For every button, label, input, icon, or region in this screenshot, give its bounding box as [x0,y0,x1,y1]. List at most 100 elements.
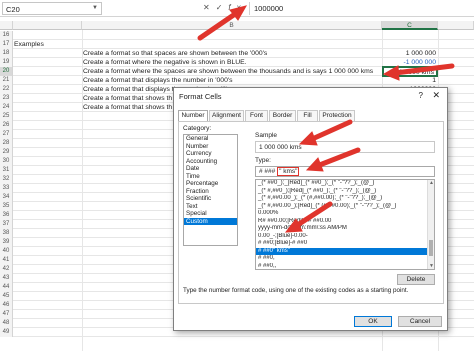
row-header[interactable]: 43 [0,274,13,283]
category-list[interactable]: General Number Currency Accounting Date Time P… [183,134,238,246]
format-list-scrollbar[interactable]: ▲ ▼ [427,180,434,269]
row-header[interactable]: 24 [0,103,13,112]
cell-description[interactable]: Create a format where the spaces are sho… [82,67,373,76]
row-header[interactable]: 22 [0,85,13,94]
category-item[interactable]: Special [184,210,237,218]
cell-description[interactable]: Create a format where the negative is sh… [82,58,247,67]
cell-label[interactable] [13,292,14,301]
cell-label[interactable] [13,49,14,58]
cell-label[interactable] [13,103,14,112]
format-code-item[interactable]: R# ##0.00;[Red]R-# ##0.00 [256,218,428,226]
row-header[interactable]: 25 [0,112,13,121]
row-header[interactable]: 30 [0,157,13,166]
row-header[interactable]: 27 [0,130,13,139]
cell-label[interactable] [13,328,14,337]
close-icon[interactable]: ✕ [432,90,440,101]
cell-label[interactable] [13,220,14,229]
tab-fill[interactable]: Fill [297,110,318,121]
category-item[interactable]: Currency [184,150,237,158]
cell-label[interactable] [13,58,14,67]
cell-label[interactable] [13,121,14,130]
cell-label[interactable] [13,184,14,193]
cell-description[interactable]: Create a format that displays the number… [82,76,233,85]
cell-description[interactable] [82,265,83,274]
row-header[interactable]: 23 [0,94,13,103]
cell-label[interactable] [13,202,14,211]
cell-description[interactable] [82,148,83,157]
cell-description[interactable] [82,112,83,121]
cell-label[interactable]: Examples [13,40,44,49]
cell-label[interactable] [13,139,14,148]
cell-description[interactable]: Create a format so that spaces are shown… [82,49,267,58]
scroll-down-icon[interactable]: ▼ [429,263,434,269]
cell-description[interactable] [82,301,83,310]
select-all-corner[interactable] [0,21,13,30]
cell-label[interactable] [13,265,14,274]
column-header-d[interactable] [438,21,474,30]
cell-label[interactable] [13,247,14,256]
category-item[interactable]: Time [184,173,237,181]
row-header[interactable]: 16 [0,31,13,40]
cancel-button[interactable]: Cancel [398,316,442,327]
row-header[interactable]: 29 [0,148,13,157]
format-code-item[interactable]: yyyy-mm-dd" "hh\:mm\:ss AM/PM [256,225,428,233]
row-header[interactable]: 26 [0,121,13,130]
column-header-b[interactable]: B [82,21,382,30]
cell-label[interactable] [13,85,14,94]
row-header[interactable]: 41 [0,256,13,265]
cell-label[interactable] [13,112,14,121]
format-code-item[interactable]: # ##0;[Blue]-# ##0 [256,240,428,248]
cell-label[interactable] [13,94,14,103]
row-header[interactable]: 20 [0,67,13,76]
cell-description[interactable] [82,166,83,175]
cell-description[interactable] [82,229,83,238]
category-item[interactable]: Scientific [184,195,237,203]
cell-value[interactable] [382,31,438,40]
scroll-thumb[interactable] [429,240,433,256]
cell-description[interactable] [82,175,83,184]
delete-button[interactable]: Delete [397,274,435,285]
cell-description[interactable] [82,211,83,220]
format-code-item[interactable]: 0.00_-;[Blue]-0.00- [256,233,428,241]
fx-icon[interactable]: fx [228,3,246,12]
cell-description[interactable] [82,310,83,319]
row-header[interactable]: 46 [0,301,13,310]
cell-label[interactable] [13,175,14,184]
row-header[interactable]: 39 [0,238,13,247]
cell-description[interactable] [82,220,83,229]
cell-description[interactable] [82,130,83,139]
cell-description[interactable] [82,139,83,148]
cell-label[interactable] [13,166,14,175]
cell-description[interactable] [82,283,83,292]
cell-description[interactable] [82,157,83,166]
format-code-item[interactable]: _(* #,##0.00_);_(* (#,##0.00);_(* "-"??_… [256,195,428,203]
cell-value[interactable] [382,40,438,49]
cell-description[interactable] [82,319,83,328]
category-item[interactable]: Date [184,165,237,173]
row-header[interactable]: 36 [0,211,13,220]
category-item[interactable]: Accounting [184,158,237,166]
cell-label[interactable] [13,157,14,166]
category-item[interactable]: Fraction [184,188,237,196]
cell-label[interactable] [13,319,14,328]
row-header[interactable]: 19 [0,58,13,67]
row-header[interactable]: 42 [0,265,13,274]
cell-label[interactable] [13,274,14,283]
column-header-c[interactable]: C [382,21,438,30]
row-header[interactable]: 34 [0,193,13,202]
row-header[interactable]: 37 [0,220,13,229]
column-header-a[interactable] [13,21,82,30]
cell-description[interactable] [82,238,83,247]
scroll-up-icon[interactable]: ▲ [429,180,434,186]
type-input[interactable]: # ### " kms" [255,166,435,177]
format-code-item[interactable]: _(* #,##0_);[Red]_(* ##0_);_(* "-"??_);_… [256,188,428,196]
cell-label[interactable] [13,31,14,40]
cell-value[interactable]: 1 000 000 [382,49,438,58]
row-header[interactable]: 33 [0,184,13,193]
cell-description[interactable] [82,184,83,193]
row-header[interactable]: 21 [0,76,13,85]
row-header[interactable]: 45 [0,292,13,301]
format-code-item[interactable]: 0.000% [256,210,428,218]
cancel-icon[interactable]: ✕ [203,3,216,12]
format-code-item[interactable]: # ##0, [256,255,428,263]
